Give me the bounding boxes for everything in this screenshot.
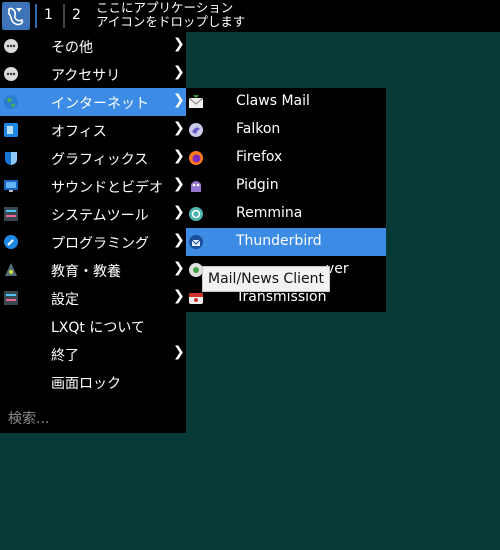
remmina-icon [188, 206, 204, 222]
wrench-icon [3, 234, 19, 250]
menu-item-lock-screen[interactable]: 画面ロック [0, 368, 186, 396]
tools-icon [3, 206, 19, 222]
submenu-item-thunderbird[interactable]: Thunderbird [186, 228, 386, 256]
submenu-item-label: Pidgin [236, 177, 279, 193]
graphics-icon [3, 150, 19, 166]
menu-item-label: システムツール [51, 208, 149, 224]
chevron-right-icon: ❯ [173, 64, 185, 80]
menu-item-label: オフィス [51, 124, 107, 140]
chevron-right-icon: ❯ [173, 344, 185, 360]
globe-icon [3, 94, 19, 110]
taskbar-separator [63, 4, 65, 28]
menu-item-accessories[interactable]: アクセサリ ❯ [0, 60, 186, 88]
quicklaunch-hint: ここにアプリケーション アイコンをドロップします [96, 1, 245, 29]
menu-item-about-lxqt[interactable]: LXQt について [0, 312, 186, 340]
more-icon [3, 38, 19, 54]
chevron-right-icon: ❯ [173, 36, 185, 52]
desktop-2-button[interactable]: 2 [72, 7, 81, 23]
menu-item-label: サウンドとビデオ [51, 180, 163, 196]
submenu-item-firefox[interactable]: Firefox [186, 144, 386, 172]
thunderbird-icon [188, 234, 204, 250]
office-icon [3, 122, 19, 138]
desktop-1-button[interactable]: 1 [44, 7, 53, 23]
menu-item-other[interactable]: その他 ❯ [0, 32, 186, 60]
submenu-item-label: Falkon [236, 121, 281, 137]
menu-item-label: 画面ロック [51, 376, 121, 392]
menu-item-label: LXQt について [51, 320, 145, 336]
submenu-item-pidgin[interactable]: Pidgin [186, 172, 386, 200]
menu-item-label: アクセサリ [51, 68, 121, 84]
firefox-icon [188, 150, 204, 166]
taskbar: 1 2 ここにアプリケーション アイコンをドロップします [0, 0, 500, 32]
education-icon [3, 262, 19, 278]
menu-item-system-tools[interactable]: システムツール ❯ [0, 200, 186, 228]
chevron-right-icon: ❯ [173, 176, 185, 192]
pidgin-icon [188, 178, 204, 194]
menu-item-label: 終了 [51, 348, 79, 364]
start-menu-button[interactable] [2, 2, 30, 30]
transmission-icon [188, 290, 204, 306]
main-menu: その他 ❯ アクセサリ ❯ インターネット ❯ オフィス ❯ グラフィックス ❯… [0, 32, 186, 433]
submenu-item-remmina[interactable]: Remmina [186, 200, 386, 228]
submenu-item-claws-mail[interactable]: Claws Mail [186, 88, 386, 116]
submenu-item-falkon[interactable]: Falkon [186, 116, 386, 144]
more-icon [3, 66, 19, 82]
submenu-item-label: Remmina [236, 205, 303, 221]
menu-item-office[interactable]: オフィス ❯ [0, 116, 186, 144]
menu-item-label: プログラミング [51, 236, 149, 252]
monitor-icon [3, 178, 19, 194]
menu-item-label: 教育・教養 [51, 264, 121, 280]
chevron-right-icon: ❯ [173, 232, 185, 248]
search-input[interactable]: 検索... [8, 408, 49, 428]
taskbar-separator [35, 4, 37, 28]
menu-item-programming[interactable]: プログラミング ❯ [0, 228, 186, 256]
submenu-item-label: Thunderbird [236, 233, 322, 249]
settings-icon [3, 290, 19, 306]
chevron-right-icon: ❯ [173, 92, 185, 108]
menu-item-label: グラフィックス [51, 152, 149, 168]
menu-item-label: 設定 [51, 292, 79, 308]
menu-item-label: その他 [51, 40, 93, 56]
chevron-right-icon: ❯ [173, 120, 185, 136]
menu-item-graphics[interactable]: グラフィックス ❯ [0, 144, 186, 172]
menu-item-sound-video[interactable]: サウンドとビデオ ❯ [0, 172, 186, 200]
lxqt-logo-icon [8, 7, 24, 26]
submenu-item-label: Claws Mail [236, 93, 310, 109]
quicklaunch-hint-line1: ここにアプリケーション [96, 0, 234, 15]
menu-item-settings[interactable]: 設定 ❯ [0, 284, 186, 312]
claws-mail-icon [188, 94, 204, 110]
tooltip: Mail/News Client [202, 266, 330, 292]
menu-item-leave[interactable]: 終了 ❯ [0, 340, 186, 368]
chevron-right-icon: ❯ [173, 288, 185, 304]
menu-item-label: インターネット [51, 96, 149, 112]
chevron-right-icon: ❯ [173, 204, 185, 220]
submenu-item-label: Firefox [236, 149, 283, 165]
chevron-right-icon: ❯ [173, 148, 185, 164]
menu-item-internet[interactable]: インターネット ❯ [0, 88, 186, 116]
chevron-right-icon: ❯ [173, 260, 185, 276]
menu-item-education[interactable]: 教育・教養 ❯ [0, 256, 186, 284]
falkon-icon [188, 122, 204, 138]
quicklaunch-hint-line2: アイコンをドロップします [96, 14, 246, 29]
